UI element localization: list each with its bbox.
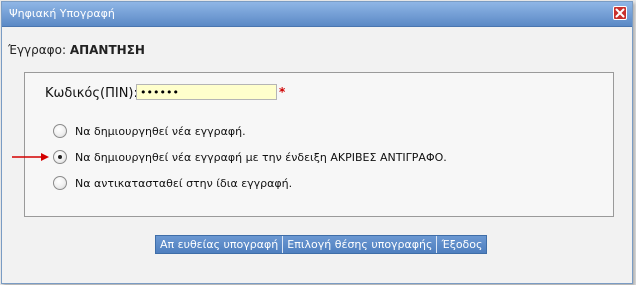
option-label: Να δημιουργηθεί νέα εγγραφή. bbox=[75, 125, 246, 138]
window-title: Ψηφιακή Υπογραφή bbox=[9, 7, 115, 20]
radio-replace-record[interactable] bbox=[53, 176, 67, 190]
red-arrow-icon bbox=[12, 153, 49, 161]
options-panel: Κωδικός(ΠΙΝ): * Να δημιουργηθεί νέα εγγρ… bbox=[24, 72, 614, 217]
choose-signature-position-button[interactable]: Επιλογή θέσης υπογραφής bbox=[283, 236, 438, 253]
document-label: Έγγραφο: bbox=[8, 43, 66, 57]
exit-button[interactable]: Έξοδος bbox=[437, 236, 487, 253]
radio-new-record-certified-copy[interactable] bbox=[53, 150, 67, 164]
radio-selected-dot bbox=[58, 155, 62, 159]
close-button[interactable] bbox=[613, 6, 627, 20]
pin-label: Κωδικός(ΠΙΝ): bbox=[45, 86, 138, 101]
direct-sign-button[interactable]: Απ ευθείας υπογραφή bbox=[156, 236, 284, 253]
title-bar[interactable]: Ψηφιακή Υπογραφή bbox=[2, 2, 632, 27]
pin-input[interactable] bbox=[136, 84, 277, 100]
required-mark: * bbox=[279, 85, 286, 99]
digital-signature-dialog: Ψηφιακή Υπογραφή Έγγραφο: ΑΠΑΝΤΗΣΗ Κωδικ… bbox=[1, 1, 633, 284]
option-label: Να δημιουργηθεί νέα εγγραφή με την ένδει… bbox=[75, 151, 447, 164]
option-label: Να αντικατασταθεί στην ίδια εγγραφή. bbox=[75, 177, 293, 190]
radio-new-record[interactable] bbox=[53, 124, 67, 138]
close-icon bbox=[615, 8, 625, 18]
document-name: ΑΠΑΝΤΗΣΗ bbox=[69, 43, 145, 57]
action-button-bar: Απ ευθείας υπογραφή Επιλογή θέσης υπογρα… bbox=[155, 235, 488, 254]
document-line: Έγγραφο: ΑΠΑΝΤΗΣΗ bbox=[8, 43, 145, 57]
